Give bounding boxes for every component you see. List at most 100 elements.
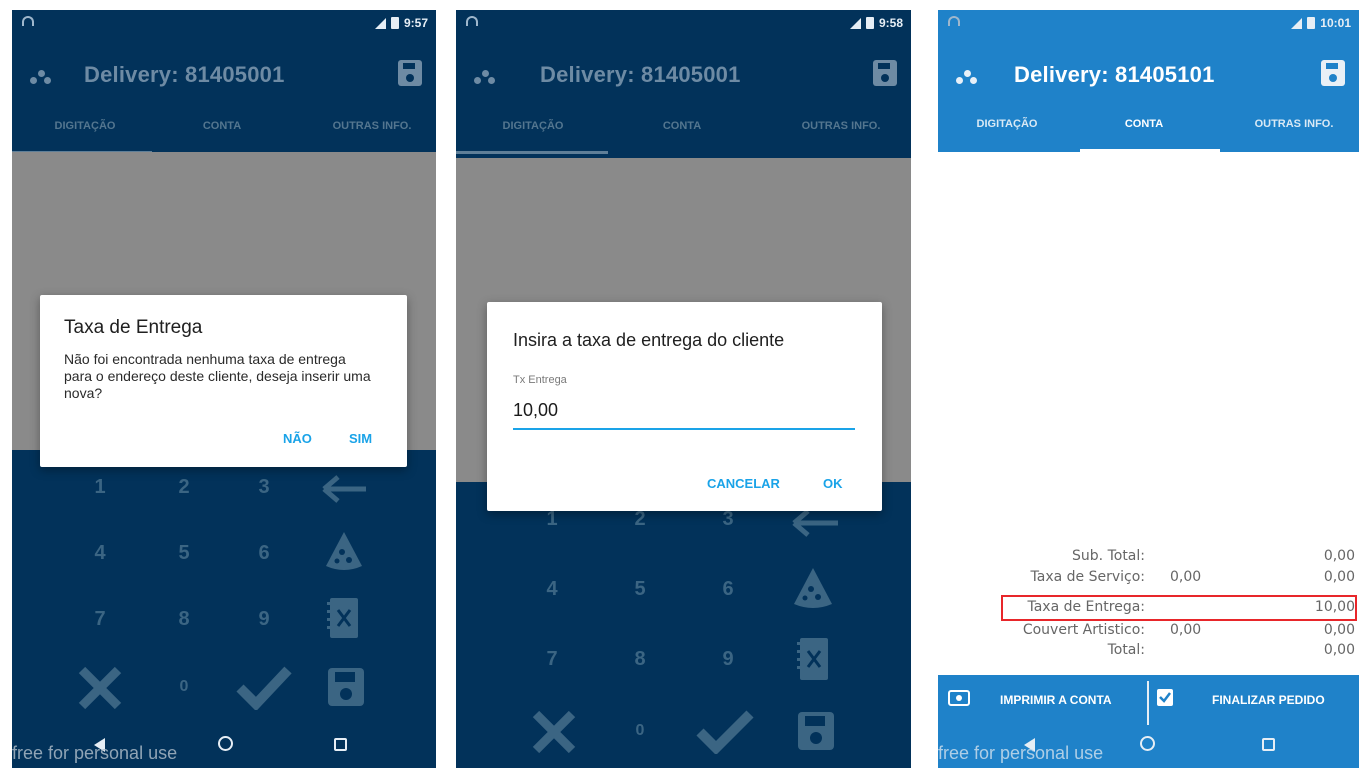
menu-book-icon[interactable] [796, 636, 830, 682]
key-4[interactable]: 4 [80, 542, 120, 565]
menu-book-icon[interactable] [326, 596, 360, 640]
tab-conta[interactable]: CONTA [642, 120, 722, 132]
delivery-fee-input-dialog: Insira a taxa de entrega do cliente Tx E… [487, 302, 882, 511]
pizza-icon[interactable] [324, 530, 364, 574]
status-time: 9:57 [403, 16, 428, 30]
key-9[interactable]: 9 [244, 608, 284, 631]
tab-digitacao[interactable]: DIGITAÇÃO [952, 118, 1062, 130]
tab-indicator [1080, 149, 1220, 152]
app-bar: Delivery: 81405101 [938, 50, 1359, 106]
app-logo-icon [474, 68, 496, 86]
clipboard-check-icon [1157, 689, 1173, 706]
tab-digitacao[interactable]: DIGITAÇÃO [30, 120, 140, 132]
button-divider [1147, 681, 1149, 725]
finish-order-label: FINALIZAR PEDIDO [1212, 693, 1325, 707]
key-7[interactable]: 7 [532, 648, 572, 671]
app-bar: Delivery: 81405001 [456, 50, 911, 106]
save-disk-icon[interactable] [796, 710, 836, 752]
key-2[interactable]: 2 [164, 476, 204, 499]
total-value: 0,00 [1323, 642, 1355, 658]
tab-conta[interactable]: CONTA [182, 120, 262, 132]
key-3[interactable]: 3 [708, 508, 748, 531]
save-icon[interactable] [1321, 60, 1345, 86]
key-4[interactable]: 4 [532, 578, 572, 601]
confirm-check-icon[interactable] [236, 664, 292, 710]
phone-screen-1: 9:57 Delivery: 81405001 DIGITAÇÃO CONTA … [12, 10, 436, 768]
key-7[interactable]: 7 [80, 608, 120, 631]
key-2[interactable]: 2 [620, 508, 660, 531]
print-bill-button[interactable]: IMPRIMIR A CONTA [938, 675, 1146, 725]
couvert-row: Couvert Artistico: 0,00 0,00 [938, 622, 1359, 640]
page-title: Delivery: 81405001 [540, 62, 741, 87]
key-0[interactable]: 0 [620, 722, 660, 740]
status-bar: 9:58 [456, 10, 911, 36]
dialog-no-button[interactable]: NÃO [283, 431, 312, 446]
watermark-text: free for personal use [12, 743, 178, 763]
subtotal-row: Sub. Total: 0,00 [938, 548, 1359, 566]
field-label: Tx Entrega [513, 374, 567, 386]
key-6[interactable]: 6 [708, 578, 748, 601]
delivery-fee-input[interactable]: 10,00 [513, 400, 558, 421]
key-8[interactable]: 8 [164, 608, 204, 631]
page-title: Delivery: 81405001 [84, 62, 285, 87]
app-logo-icon [30, 68, 52, 86]
key-8[interactable]: 8 [620, 648, 660, 671]
total-label: Total: [1107, 642, 1145, 658]
couvert-label: Couvert Artistico: [1022, 622, 1145, 638]
print-bill-label: IMPRIMIR A CONTA [1000, 693, 1112, 707]
subtotal-value: 0,00 [1323, 548, 1355, 564]
tab-outras-info[interactable]: OUTRAS INFO. [776, 120, 906, 132]
save-disk-icon[interactable] [326, 666, 366, 708]
tab-outras-info[interactable]: OUTRAS INFO. [312, 120, 432, 132]
dialog-cancel-button[interactable]: CANCELAR [707, 476, 780, 491]
backspace-arrow-icon[interactable] [790, 508, 842, 538]
dialog-ok-button[interactable]: OK [823, 476, 843, 491]
key-9[interactable]: 9 [708, 648, 748, 671]
page-title: Delivery: 81405101 [1014, 62, 1215, 87]
service-fee-label: Taxa de Serviço: [1030, 569, 1146, 585]
key-0[interactable]: 0 [164, 678, 204, 696]
pizza-icon[interactable] [792, 566, 834, 612]
status-time: 9:58 [878, 16, 903, 30]
couvert-rate: 0,00 [1170, 622, 1202, 638]
bottom-action-bar: IMPRIMIR A CONTA FINALIZAR PEDIDO free f… [938, 675, 1359, 768]
save-icon[interactable] [398, 60, 422, 86]
key-1[interactable]: 1 [80, 476, 120, 499]
key-6[interactable]: 6 [244, 542, 284, 565]
dialog-title: Insira a taxa de entrega do cliente [513, 330, 785, 350]
dialog-title: Taxa de Entrega [64, 317, 203, 338]
tab-outras-info[interactable]: OUTRAS INFO. [1234, 118, 1354, 130]
wifi-icon [22, 16, 34, 26]
nav-home-icon[interactable] [218, 736, 233, 751]
backspace-arrow-icon[interactable] [320, 474, 370, 504]
finish-order-button[interactable]: FINALIZAR PEDIDO [1150, 675, 1359, 725]
wifi-icon [948, 16, 960, 26]
service-fee-rate: 0,00 [1170, 569, 1202, 585]
key-3[interactable]: 3 [244, 476, 284, 499]
input-underline [513, 428, 855, 430]
dialog-yes-button[interactable]: SIM [349, 431, 372, 446]
key-5[interactable]: 5 [620, 578, 660, 601]
signal-icon [849, 17, 861, 29]
nav-recent-icon[interactable] [334, 738, 347, 751]
subtotal-label: Sub. Total: [1072, 548, 1145, 564]
nav-home-icon[interactable] [1140, 736, 1155, 751]
save-icon[interactable] [873, 60, 897, 86]
app-bar: Delivery: 81405001 [12, 50, 436, 106]
cancel-x-icon[interactable] [532, 710, 576, 754]
delivery-fee-dialog: Taxa de Entrega Não foi encontrada nenhu… [40, 295, 407, 467]
cancel-x-icon[interactable] [78, 666, 122, 710]
status-time: 10:01 [1320, 16, 1351, 30]
tab-conta[interactable]: CONTA [1104, 118, 1184, 130]
couvert-value: 0,00 [1323, 622, 1355, 638]
key-5[interactable]: 5 [164, 542, 204, 565]
tab-indicator [456, 151, 608, 154]
confirm-check-icon[interactable] [696, 708, 754, 754]
nav-recent-icon[interactable] [1262, 738, 1275, 751]
key-1[interactable]: 1 [532, 508, 572, 531]
keypad: 1 2 3 4 5 6 7 8 9 0 [12, 450, 436, 730]
tab-bar: DIGITAÇÃO CONTA OUTRAS INFO. [456, 110, 911, 154]
action-buttons: IMPRIMIR A CONTA FINALIZAR PEDIDO [938, 675, 1359, 725]
tab-digitacao[interactable]: DIGITAÇÃO [478, 120, 588, 132]
battery-icon [1307, 17, 1316, 29]
